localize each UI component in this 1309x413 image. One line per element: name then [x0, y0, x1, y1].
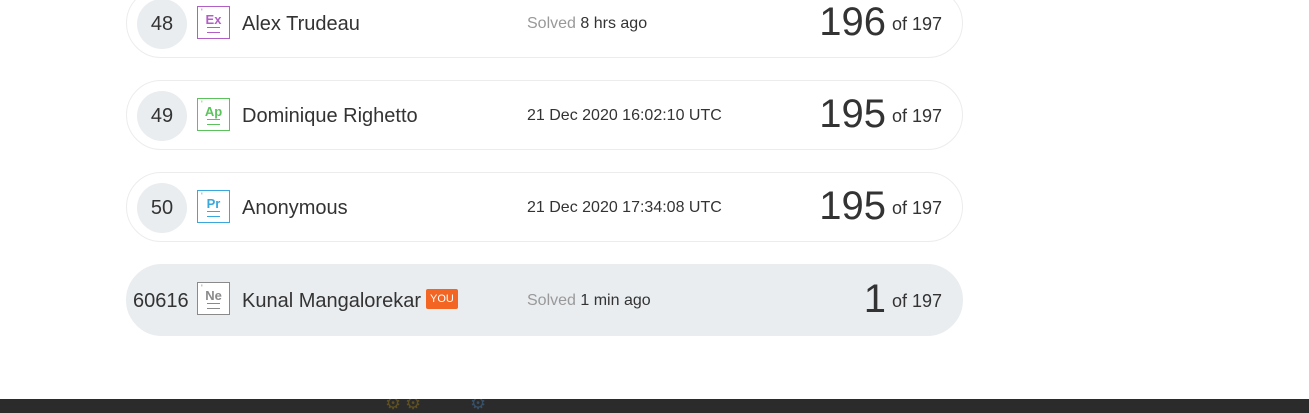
element-symbol: Pr	[206, 196, 221, 211]
score: 196 of 197	[819, 0, 942, 59]
element-symbol: Ex	[205, 12, 222, 27]
solve-time: Solved 1 min ago	[527, 265, 651, 337]
score-value: 196	[819, 0, 886, 44]
footer-decoration-icon: ⚙	[470, 399, 487, 413]
time-value: 1 min ago	[580, 292, 651, 309]
time-value: 8 hrs ago	[580, 15, 648, 32]
score-total: of 197	[891, 198, 942, 218]
footer-decoration-icon: ⚙	[405, 399, 422, 413]
page-footer: ⚙ ⚙ ⚙	[0, 399, 1309, 413]
element-badge-icon: ' Ap	[197, 98, 230, 131]
rank-number: 60616	[133, 290, 189, 312]
user-name-text[interactable]: Kunal Mangalorekar	[242, 290, 421, 312]
score: 195 of 197	[819, 81, 942, 151]
score-total: of 197	[891, 14, 942, 34]
element-symbol: Ne	[205, 288, 222, 303]
solved-label: Solved	[527, 15, 576, 32]
time-value: 21 Dec 2020 17:34:08 UTC	[527, 199, 722, 216]
leaderboard-row[interactable]: 50 ' Pr Anonymous 21 Dec 2020 17:34:08 U…	[126, 172, 963, 242]
user-name[interactable]: Dominique Righetto	[242, 81, 418, 151]
time-value: 21 Dec 2020 16:02:10 UTC	[527, 107, 722, 124]
rank-number: 49	[137, 91, 187, 141]
leaderboard-list: 48 ' Ex Alex Trudeau Solved 8 hrs ago 19…	[126, 0, 963, 358]
user-name[interactable]: Alex Trudeau	[242, 0, 360, 59]
score-value: 195	[819, 92, 886, 136]
leaderboard-row[interactable]: 49 ' Ap Dominique Righetto 21 Dec 2020 1…	[126, 80, 963, 150]
score-value: 1	[863, 277, 886, 321]
rank-number: 48	[137, 0, 187, 49]
current-user-row[interactable]: 60616 ' Ne Kunal Mangalorekar YOU Solved …	[126, 264, 963, 336]
solve-time: Solved 8 hrs ago	[527, 0, 647, 59]
you-badge: YOU	[426, 288, 458, 309]
user-name[interactable]: Anonymous	[242, 173, 348, 243]
footer-decoration-icon: ⚙	[385, 399, 402, 413]
solve-time: 21 Dec 2020 17:34:08 UTC	[527, 173, 722, 243]
score-total: of 197	[891, 106, 942, 126]
element-badge-icon: ' Ex	[197, 6, 230, 39]
score: 195 of 197	[819, 173, 942, 243]
score-total: of 197	[891, 291, 942, 311]
score-value: 195	[819, 184, 886, 228]
element-badge-icon: ' Pr	[197, 190, 230, 223]
rank-number: 50	[137, 183, 187, 233]
user-name[interactable]: Kunal Mangalorekar YOU	[242, 265, 458, 337]
element-symbol: Ap	[204, 104, 223, 119]
leaderboard-row[interactable]: 48 ' Ex Alex Trudeau Solved 8 hrs ago 19…	[126, 0, 963, 58]
element-badge-icon: ' Ne	[197, 282, 230, 315]
score: 1 of 197	[864, 265, 942, 337]
solve-time: 21 Dec 2020 16:02:10 UTC	[527, 81, 722, 151]
solved-label: Solved	[527, 292, 576, 309]
